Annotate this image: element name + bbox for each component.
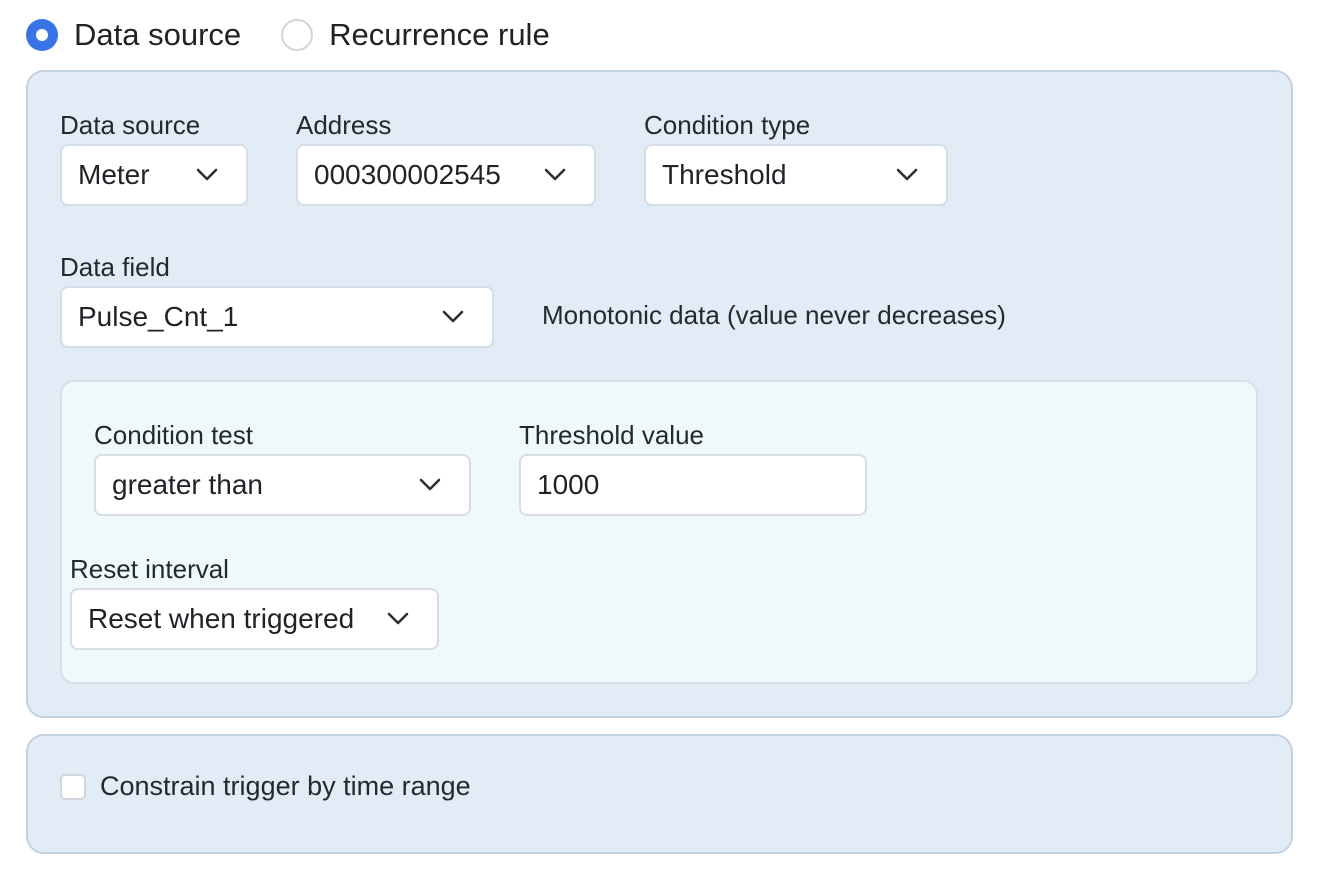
data-field-label: Data field — [60, 252, 170, 282]
constrain-time-range-checkbox[interactable] — [60, 774, 86, 800]
radio-data-source-label: Data source — [74, 17, 242, 52]
address-label: Address — [296, 110, 392, 140]
data-field-select[interactable]: Pulse_Cnt_1 — [60, 286, 494, 348]
radio-data-source[interactable]: Data source — [26, 17, 241, 53]
condition-test-value: greater than — [112, 469, 263, 500]
condition-type-select[interactable]: Threshold — [644, 144, 948, 206]
reset-interval-value: Reset when triggered — [88, 603, 355, 634]
radio-recurrence-rule[interactable]: Recurrence rule — [281, 17, 550, 53]
data-source-select[interactable]: Meter — [60, 144, 248, 206]
trigger-mode-radio-group: Data source Recurrence rule — [26, 16, 590, 54]
condition-type-value: Threshold — [662, 159, 787, 190]
chevron-down-icon — [442, 306, 464, 328]
reset-interval-label: Reset interval — [70, 554, 229, 584]
reset-interval-select[interactable]: Reset when triggered — [70, 588, 439, 650]
data-source-value: Meter — [78, 159, 150, 190]
condition-test-select[interactable]: greater than — [94, 454, 471, 516]
constrain-time-range-label[interactable]: Constrain trigger by time range — [100, 771, 471, 802]
condition-type-label: Condition type — [644, 110, 811, 140]
address-select[interactable]: 000300002545 — [296, 144, 596, 206]
threshold-value-input[interactable]: 1000 — [519, 454, 867, 516]
chevron-down-icon — [544, 164, 566, 186]
condition-test-label: Condition test — [94, 420, 253, 450]
radio-unchecked-icon[interactable] — [281, 19, 314, 51]
threshold-value-label: Threshold value — [519, 420, 704, 450]
address-value: 000300002545 — [314, 159, 501, 190]
chevron-down-icon — [196, 164, 218, 186]
data-field-value: Pulse_Cnt_1 — [78, 301, 239, 332]
radio-recurrence-rule-label: Recurrence rule — [329, 17, 550, 52]
chevron-down-icon — [387, 608, 409, 630]
data-source-label: Data source — [60, 110, 201, 140]
radio-checked-icon[interactable] — [26, 19, 58, 51]
chevron-down-icon — [896, 164, 918, 186]
threshold-value-text: 1000 — [537, 469, 600, 500]
monotonic-note: Monotonic data (value never decreases) — [542, 300, 1006, 330]
chevron-down-icon — [419, 474, 441, 496]
